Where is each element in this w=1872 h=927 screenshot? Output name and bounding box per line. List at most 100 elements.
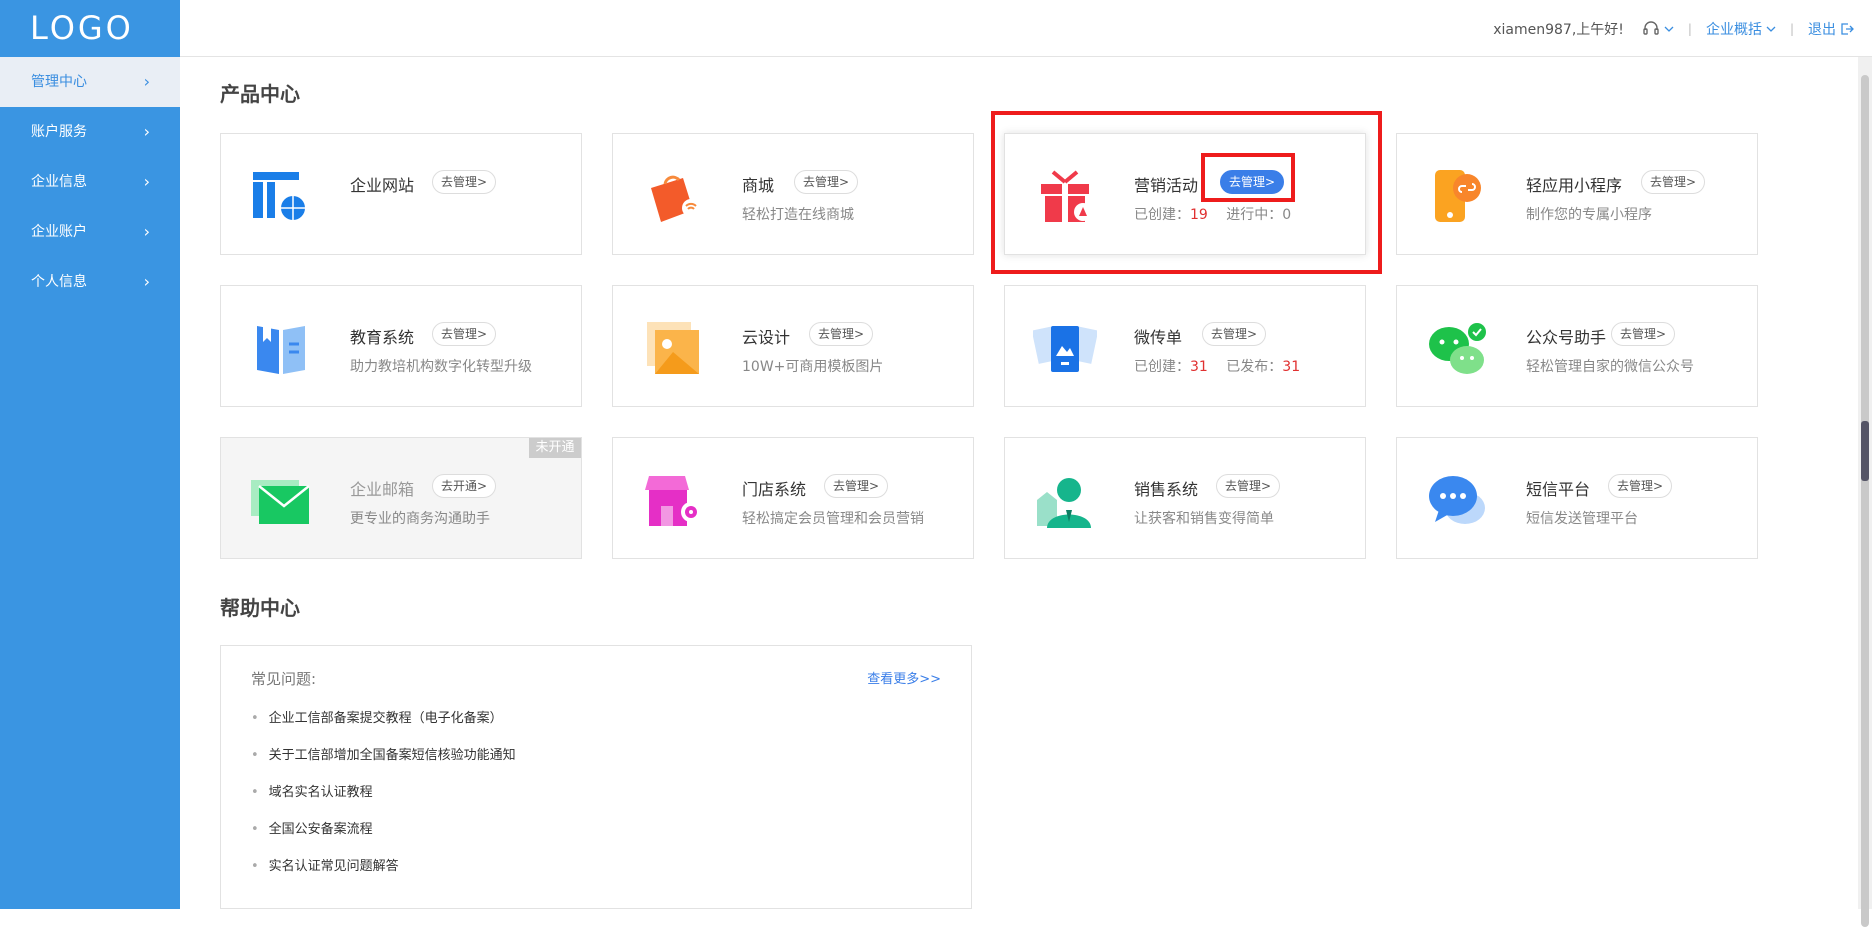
sidebar-item-account-services[interactable]: 账户服务 › <box>0 107 180 157</box>
manage-button[interactable]: 去管理> <box>432 322 497 346</box>
sidebar-item-label: 企业账户 <box>31 224 87 240</box>
top-header: xiamen987,上午好! | 企业概括 | 退出 <box>180 0 1872 57</box>
sidebar-item-personal-info[interactable]: 个人信息 › <box>0 257 180 307</box>
manage-button[interactable]: 去管理> <box>432 170 497 194</box>
card-title: 教育系统 <box>350 328 415 347</box>
faq-item[interactable]: 实名认证常见问题解答 <box>251 856 516 893</box>
store-icon <box>645 476 701 526</box>
not-activated-badge: 未开通 <box>529 438 581 458</box>
card-title: 企业邮箱 <box>350 480 415 499</box>
faq-item[interactable]: 企业工信部备案提交教程（电子化备案） <box>251 708 516 745</box>
overview-label: 企业概括 <box>1705 21 1762 38</box>
chevron-right-icon: › <box>143 172 150 191</box>
sidebar-item-company-account[interactable]: 企业账户 › <box>0 207 180 257</box>
manage-button[interactable]: 去管理> <box>1641 170 1706 194</box>
card-description: 轻松管理自家的微信公众号 <box>1526 359 1694 375</box>
product-card-store[interactable]: 门店系统 去管理> 轻松搞定会员管理和会员营销 <box>612 437 974 559</box>
product-card-official-account[interactable]: 公众号助手 去管理> 轻松管理自家的微信公众号 <box>1396 285 1758 407</box>
product-card-cloud-design[interactable]: 云设计 去管理> 10W+可商用模板图片 <box>612 285 974 407</box>
logout-icon <box>1841 22 1854 35</box>
product-card-website[interactable]: 企业网站 去管理> <box>220 133 582 255</box>
card-title: 轻应用小程序 <box>1526 176 1623 195</box>
card-title: 微传单 <box>1134 328 1183 347</box>
card-stats: 已创建：31 已发布：31 <box>1134 356 1300 376</box>
card-title: 商城 <box>742 176 775 195</box>
faq-label: 常见问题: <box>251 670 317 688</box>
chevron-right-icon: › <box>143 72 150 91</box>
chevron-down-icon <box>1766 26 1776 32</box>
manage-button[interactable]: 去管理> <box>1216 474 1281 498</box>
flyer-icon <box>1033 326 1097 372</box>
headset-icon <box>1643 20 1659 35</box>
highlight-box-manage-button <box>1201 153 1295 202</box>
section-title-help: 帮助中心 <box>220 596 300 620</box>
scrollbar-thumb[interactable] <box>1861 75 1869 927</box>
card-title: 公众号助手 <box>1526 328 1607 347</box>
mail-icon <box>251 480 310 524</box>
scrollbar[interactable] <box>1858 57 1872 927</box>
manage-button[interactable]: 去管理> <box>824 474 889 498</box>
manage-button[interactable]: 去管理> <box>809 322 874 346</box>
card-description: 让获客和销售变得简单 <box>1134 511 1274 527</box>
website-icon <box>253 172 305 220</box>
sidebar-item-management-center[interactable]: 管理中心 › <box>0 57 180 107</box>
card-description: 更专业的商务沟通助手 <box>350 511 490 527</box>
divider: | <box>1687 21 1692 36</box>
card-description: 轻松搞定会员管理和会员营销 <box>742 511 924 527</box>
product-card-sales[interactable]: 销售系统 去管理> 让获客和销售变得简单 <box>1004 437 1366 559</box>
product-card-mall[interactable]: 商城 去管理> 轻松打造在线商城 <box>612 133 974 255</box>
manage-button[interactable]: 去管理> <box>794 170 859 194</box>
created-count: 31 <box>1190 359 1208 375</box>
highlight-box-marketing-card <box>991 111 1382 274</box>
published-label: 已发布： <box>1226 359 1283 375</box>
logout-button[interactable]: 退出 <box>1808 19 1854 39</box>
card-title: 门店系统 <box>742 480 807 499</box>
sidebar-item-company-info[interactable]: 企业信息 › <box>0 157 180 207</box>
product-card-education[interactable]: 教育系统 去管理> 助力教培机构数字化转型升级 <box>220 285 582 407</box>
product-card-flyer[interactable]: 微传单 去管理> 已创建：31 已发布：31 <box>1004 285 1366 407</box>
chevron-down-icon <box>1664 26 1674 32</box>
image-icon <box>647 322 699 374</box>
manage-button[interactable]: 去管理> <box>1611 322 1676 346</box>
book-icon <box>257 326 305 374</box>
wechat-icon <box>1429 323 1486 374</box>
card-description: 10W+可商用模板图片 <box>742 359 884 375</box>
product-card-mini-program[interactable]: 轻应用小程序 去管理> 制作您的专属小程序 <box>1396 133 1758 255</box>
created-label: 已创建： <box>1134 359 1190 375</box>
manage-button[interactable]: 去管理> <box>1608 474 1673 498</box>
card-description: 助力教培机构数字化转型升级 <box>350 359 532 375</box>
card-title: 企业网站 <box>350 176 415 195</box>
divider: | <box>1789 21 1794 36</box>
faq-item[interactable]: 关于工信部增加全国备案短信核验功能通知 <box>251 745 516 782</box>
scrollbar-marker <box>1861 421 1869 481</box>
card-title: 短信平台 <box>1526 480 1591 499</box>
card-description: 轻松打造在线商城 <box>742 207 854 223</box>
support-menu[interactable] <box>1642 20 1674 37</box>
view-more-link[interactable]: 查看更多>> <box>867 668 941 687</box>
faq-item[interactable]: 全国公安备案流程 <box>251 819 516 856</box>
sidebar-item-label: 企业信息 <box>31 174 87 190</box>
card-description: 制作您的专属小程序 <box>1526 207 1652 223</box>
sidebar-item-label: 个人信息 <box>31 274 87 290</box>
sidebar-item-label: 账户服务 <box>31 124 87 140</box>
manage-button[interactable]: 去管理> <box>1202 322 1267 346</box>
section-title-products: 产品中心 <box>220 82 300 106</box>
faq-list: 企业工信部备案提交教程（电子化备案） 关于工信部增加全国备案短信核验功能通知 域… <box>251 708 516 893</box>
logo: LOGO <box>30 9 134 47</box>
logout-label: 退出 <box>1808 21 1836 38</box>
product-card-sms[interactable]: 短信平台 去管理> 短信发送管理平台 <box>1396 437 1758 559</box>
chevron-right-icon: › <box>143 222 150 241</box>
chevron-right-icon: › <box>143 122 150 141</box>
chat-bubble-icon <box>1429 476 1485 524</box>
activate-button[interactable]: 去开通> <box>432 474 497 498</box>
chevron-right-icon: › <box>143 272 150 291</box>
faq-item[interactable]: 域名实名认证教程 <box>251 782 516 819</box>
product-card-email[interactable]: 未开通 企业邮箱 去开通> 更专业的商务沟通助手 <box>220 437 582 559</box>
card-description: 短信发送管理平台 <box>1526 511 1638 527</box>
overview-menu[interactable]: 企业概括 <box>1706 19 1776 39</box>
salesperson-icon <box>1037 478 1091 528</box>
published-count: 31 <box>1282 359 1301 375</box>
shopping-bag-icon <box>651 175 700 222</box>
sidebar-item-label: 管理中心 <box>31 74 87 90</box>
card-title: 销售系统 <box>1134 480 1199 499</box>
